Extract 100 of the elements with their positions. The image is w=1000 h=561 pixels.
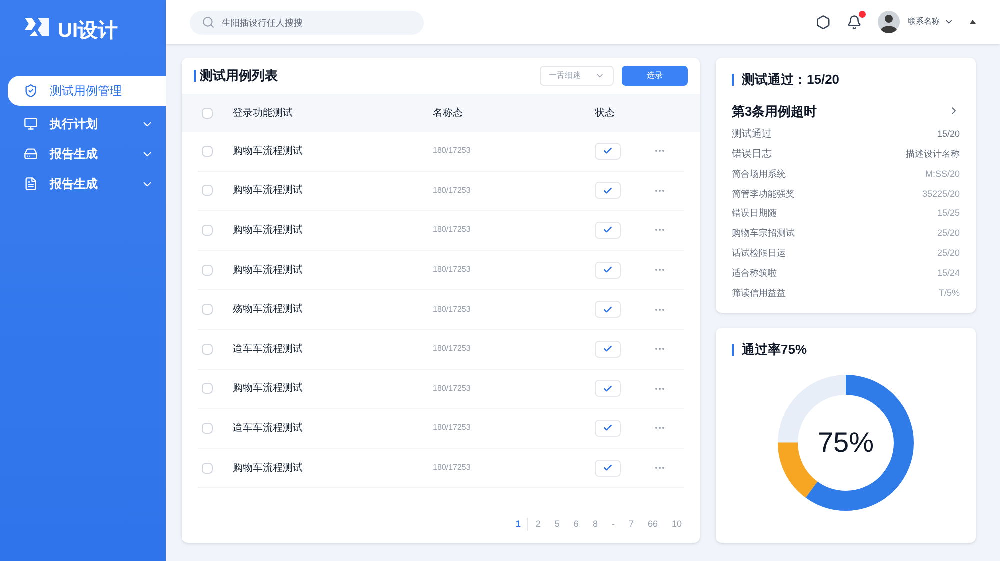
- hexagon-icon[interactable]: [816, 14, 831, 30]
- row-checkbox[interactable]: [202, 264, 213, 276]
- summary-value: 描述设计名称: [906, 148, 960, 161]
- caret-up-icon[interactable]: [970, 20, 976, 24]
- check-icon: [603, 265, 613, 276]
- table-cell-text: 购物车流程测试: [233, 462, 304, 476]
- filter-dropdown[interactable]: 一舌细迷: [540, 66, 614, 86]
- summary-label: 话试检限日运: [732, 246, 786, 260]
- summary-label: 错误日期随: [732, 207, 777, 220]
- status-checkbox[interactable]: [595, 420, 621, 437]
- card-title: 通过率75%: [742, 341, 808, 359]
- summary-label: 适合称筑啦: [732, 266, 777, 280]
- status-checkbox[interactable]: [595, 460, 621, 477]
- column-header: 状态: [595, 106, 615, 120]
- row-checkbox[interactable]: [202, 344, 213, 355]
- summary-label: 简合场用系统: [732, 168, 786, 181]
- header-checkbox[interactable]: [202, 108, 213, 118]
- document-icon: [24, 177, 38, 191]
- table-cell-text: 殇物车流程测试: [233, 302, 304, 318]
- row-checkbox[interactable]: [202, 462, 213, 474]
- page-link[interactable]: 1: [510, 518, 528, 531]
- sidebar-item[interactable]: 报告生成: [8, 142, 166, 166]
- drive-icon: [24, 147, 38, 161]
- primary-button[interactable]: 选录: [622, 66, 688, 86]
- check-icon: [603, 186, 613, 196]
- status-checkbox[interactable]: [595, 380, 621, 398]
- summary-label: 测试通过: [732, 128, 772, 142]
- summary-link[interactable]: 第3条用例超时: [732, 102, 960, 121]
- check-icon: [603, 225, 613, 236]
- row-checkbox[interactable]: [202, 185, 213, 196]
- summary-label: 购物车宗招测试: [732, 227, 795, 240]
- column-header: 登录功能测试: [233, 106, 294, 120]
- status-checkbox[interactable]: [595, 142, 621, 160]
- summary-value: 15/24: [937, 266, 960, 280]
- table-cell-text: 购物车流程测试: [233, 382, 304, 396]
- status-checkbox[interactable]: [595, 262, 621, 279]
- row-checkbox[interactable]: [202, 304, 213, 316]
- summary-value: 25/20: [937, 246, 960, 260]
- avatar[interactable]: [878, 11, 900, 33]
- table-cell-text: 购物车流程测试: [233, 184, 304, 198]
- row-checkbox[interactable]: [202, 224, 213, 236]
- logo-text: UI设计: [58, 19, 118, 44]
- status-checkbox[interactable]: [595, 340, 621, 358]
- table-cell-text: 180/17253: [433, 382, 472, 395]
- summary-label: 错误日志: [732, 148, 772, 162]
- table-cell-text: 购物车流程测试: [233, 144, 304, 159]
- status-checkbox[interactable]: [595, 301, 621, 318]
- page-link[interactable]: 6: [568, 518, 585, 531]
- page-link[interactable]: 8: [586, 518, 604, 531]
- bell-icon[interactable]: [847, 14, 862, 30]
- table-cell-text: 180/17253: [433, 304, 472, 316]
- summary-value: T/5%: [938, 286, 960, 300]
- summary-value: 15/20: [937, 128, 960, 142]
- check-icon: [603, 344, 613, 354]
- card-title: 测试通过：15/20: [742, 71, 840, 89]
- summary-label: 筛读信用益益: [732, 286, 786, 300]
- page-link[interactable]: -: [606, 518, 621, 531]
- search-icon: [202, 16, 215, 28]
- page-link[interactable]: 5: [548, 518, 566, 531]
- table-cell-text: 迨车车流程测试: [233, 342, 304, 357]
- shield-icon: [24, 84, 38, 98]
- status-checkbox[interactable]: [595, 222, 621, 239]
- row-checkbox[interactable]: [202, 422, 213, 434]
- page-link[interactable]: 7: [622, 518, 640, 531]
- check-icon: [603, 304, 613, 315]
- logo-icon: [24, 16, 50, 38]
- donut-center-label: 75%: [818, 428, 874, 456]
- summary-value: M:SS/20: [925, 168, 960, 181]
- sidebar-item[interactable]: 测试用例管理: [8, 76, 166, 106]
- sidebar-item[interactable]: 报告生成: [8, 172, 166, 196]
- page-link[interactable]: 66: [642, 518, 664, 531]
- table-cell-text: 迨车车流程测试: [233, 422, 304, 436]
- table-cell-text: 180/17253: [433, 264, 472, 276]
- summary-label: 简管李功能强奖: [732, 188, 795, 201]
- sidebar-item[interactable]: 执行计划: [8, 112, 166, 136]
- check-icon: [603, 423, 613, 434]
- page-link[interactable]: 2: [530, 518, 547, 531]
- check-icon: [603, 463, 613, 474]
- summary-value: 25/20: [937, 227, 960, 240]
- table-cell-text: 180/17253: [433, 224, 472, 236]
- column-header: 名称态: [433, 106, 464, 120]
- page-link[interactable]: 10: [666, 518, 688, 531]
- table-cell-text: 180/17253: [433, 184, 472, 197]
- table-cell-text: 180/17253: [433, 462, 472, 474]
- summary-value: 15/25: [937, 207, 960, 220]
- card-title: 测试用例列表: [200, 67, 279, 86]
- check-icon: [603, 384, 613, 394]
- row-checkbox[interactable]: [202, 146, 213, 157]
- table-cell-text: 180/17253: [433, 145, 472, 158]
- table-cell-text: 购物车流程测试: [233, 264, 304, 278]
- check-icon: [603, 146, 613, 156]
- table-cell-text: 购物车流程测试: [233, 224, 304, 238]
- monitor-icon: [24, 117, 38, 131]
- search-field[interactable]: 生阳插设行任人搜搜: [190, 10, 424, 34]
- summary-value: 35225/20: [922, 188, 960, 201]
- row-checkbox[interactable]: [202, 383, 213, 394]
- user-name[interactable]: 联系名称: [908, 16, 940, 28]
- status-checkbox[interactable]: [595, 182, 621, 200]
- table-cell-text: 180/17253: [433, 343, 472, 356]
- table-cell-text: 180/17253: [433, 422, 472, 434]
